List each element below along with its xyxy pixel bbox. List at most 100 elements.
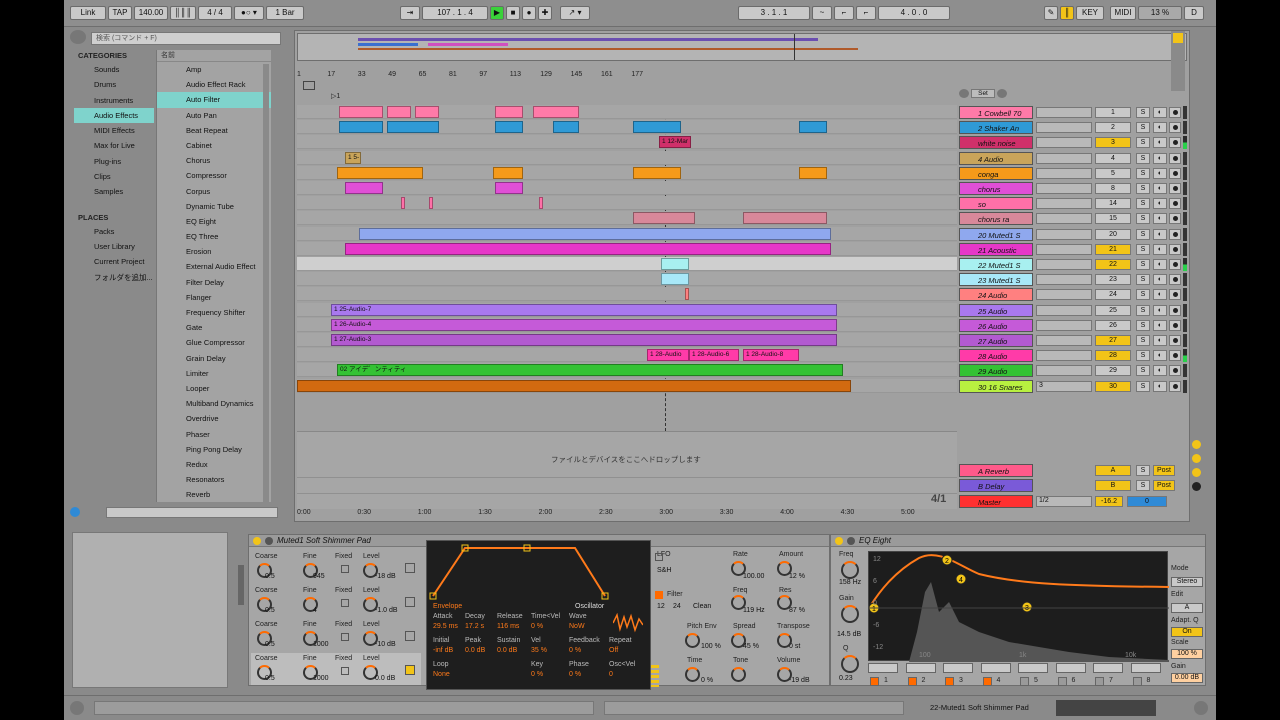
track-header[interactable]: 2 Shaker An 2 S ◐ — [957, 120, 1189, 135]
clip[interactable]: 1 28-Audio — [647, 349, 689, 362]
eq-band-toggle[interactable] — [945, 677, 954, 686]
eq-outgain-value[interactable]: 0.00 dB — [1171, 673, 1203, 683]
track-activator[interactable]: 22 — [1095, 259, 1131, 270]
track-name[interactable]: chorus ra — [959, 212, 1033, 226]
env-wave-value[interactable]: NoW — [569, 623, 585, 630]
track-header[interactable]: 4 Audio 4 S ◐ — [957, 151, 1189, 166]
env-attack-value[interactable]: 29.5 ms — [433, 623, 458, 630]
eq-spectrum-display[interactable]: 1 2 3 4 1260-6-12 1001k10k — [868, 551, 1169, 662]
track-header[interactable]: chorus 8 S ◐ — [957, 181, 1189, 196]
place-item[interactable]: Packs — [74, 224, 154, 239]
track-header[interactable]: 29 Audio 29 S ◐ — [957, 363, 1189, 378]
clip-slot[interactable] — [1036, 319, 1092, 331]
track-activator[interactable]: 8 — [1095, 183, 1131, 194]
clip-slot[interactable] — [1036, 259, 1092, 270]
browser-item[interactable]: Looper — [157, 381, 271, 396]
browser-item[interactable]: Ping Pong Delay — [157, 442, 271, 457]
lfo-pitchenv-value[interactable]: 100 % — [701, 643, 721, 650]
clip-slot[interactable] — [1036, 137, 1092, 149]
track-header[interactable]: 24 Audio 24 S ◐ — [957, 287, 1189, 302]
return-activator[interactable]: A — [1095, 465, 1131, 476]
clip[interactable] — [553, 121, 579, 134]
track-lane[interactable] — [297, 348, 957, 363]
solo-button[interactable]: S — [1136, 380, 1150, 392]
detail-toggle-icon[interactable] — [1194, 701, 1208, 715]
solo-button[interactable]: S — [1136, 152, 1150, 164]
lfo-knob[interactable] — [731, 561, 746, 576]
record-arm-button[interactable] — [1169, 122, 1181, 134]
clip[interactable] — [799, 166, 827, 179]
clip[interactable] — [533, 106, 579, 118]
env-oscvel-value[interactable]: 0 — [609, 671, 613, 678]
solo-button[interactable]: S — [1136, 122, 1150, 134]
eq-band-toggle[interactable] — [907, 677, 917, 686]
return-track[interactable]: A Reverb A S Post — [957, 463, 1189, 478]
clip[interactable] — [661, 273, 689, 286]
solo-button[interactable]: S — [1136, 319, 1150, 331]
env-loop-value[interactable]: None — [433, 671, 450, 678]
preview-icon[interactable] — [70, 507, 80, 517]
record-arm-button[interactable] — [1169, 243, 1181, 255]
lfo-toggle[interactable] — [655, 553, 663, 561]
track-activator[interactable]: 26 — [1095, 319, 1131, 331]
computer-keyboard-icon[interactable]: ║ — [1060, 6, 1074, 20]
lfo-knob[interactable] — [685, 667, 700, 682]
lfo-f12-value[interactable]: 12 — [657, 603, 665, 610]
browser-item[interactable]: Limiter — [157, 366, 271, 381]
eq-band-toggle[interactable] — [1095, 677, 1104, 686]
eq-q-value[interactable]: 0.23 — [839, 675, 853, 682]
fixed-checkbox[interactable] — [341, 667, 349, 675]
clip[interactable] — [337, 166, 423, 179]
loop-icon[interactable]: ~ — [812, 6, 832, 20]
eq-filter-type-menu[interactable] — [905, 663, 936, 673]
env-repeat-value[interactable]: Off — [609, 647, 618, 654]
back-icon[interactable] — [959, 89, 969, 98]
fixed-checkbox[interactable] — [341, 599, 349, 607]
quantize-menu[interactable]: 1 Bar — [266, 6, 304, 20]
eq-title[interactable]: EQ Eight — [831, 535, 1205, 547]
lfo-knob[interactable] — [731, 595, 746, 610]
arrangement-overview[interactable] — [297, 33, 1187, 61]
clip[interactable] — [387, 106, 411, 118]
eq-filter-type-menu[interactable] — [868, 663, 898, 673]
category-item[interactable]: Instruments — [74, 93, 154, 108]
track-header[interactable]: 26 Audio 26 S ◐ — [957, 318, 1189, 333]
place-item[interactable]: Current Project — [74, 254, 154, 269]
env-sustain-value[interactable]: 0.0 dB — [497, 647, 517, 654]
track-name[interactable]: 22 Muted1 S — [959, 258, 1033, 271]
track-activator[interactable]: 2 — [1095, 122, 1131, 134]
track-name[interactable]: 23 Muted1 S — [959, 273, 1033, 287]
solo-button[interactable]: S — [1136, 183, 1150, 194]
filter-toggle[interactable] — [655, 591, 663, 599]
eq-filter-type-menu[interactable] — [1055, 663, 1086, 673]
loop-start[interactable]: 3 . 1 . 1 — [738, 6, 810, 20]
info-toggle-icon[interactable] — [70, 701, 84, 715]
record-arm-button[interactable] — [1169, 259, 1181, 270]
eq-scale-value[interactable]: 100 % — [1171, 649, 1203, 659]
lfo-mode-value[interactable]: S&H — [657, 567, 671, 574]
clip[interactable] — [359, 227, 831, 240]
fixed-checkbox[interactable] — [341, 633, 349, 641]
track-lanes[interactable]: 1 12-Mar 1 5- 1 25-Audio-7 1 26-Audio-4 1 27… — [297, 105, 957, 431]
track-name[interactable]: 27 Audio — [959, 334, 1033, 347]
track-name[interactable]: 25 Audio — [959, 303, 1033, 317]
eq-freq-value[interactable]: 158 Hz — [839, 579, 861, 586]
track-name[interactable]: 2 Shaker An — [959, 121, 1033, 135]
master-volume[interactable]: -16.2 — [1095, 495, 1123, 507]
track-name[interactable]: so — [959, 197, 1033, 211]
track-activator[interactable]: 30 — [1095, 380, 1131, 392]
record-arm-button[interactable] — [1169, 350, 1181, 362]
operator-toggle[interactable] — [405, 631, 415, 641]
category-item[interactable]: Samples — [74, 184, 154, 199]
lfo-spread-value[interactable]: 45 % — [743, 643, 759, 650]
track-header[interactable]: chorus ra 15 S ◐ — [957, 211, 1189, 226]
solo-button[interactable]: S — [1136, 243, 1150, 255]
eq-filter-type-menu[interactable] — [980, 663, 1011, 673]
clip[interactable]: 1 12-Mar — [659, 136, 691, 149]
track-header[interactable]: 30 16 Snares 3 30 S ◐ — [957, 379, 1189, 394]
device-power-icon[interactable] — [253, 537, 261, 545]
lfo-knob[interactable] — [731, 633, 746, 648]
draw-mode-icon[interactable]: ✎ — [1044, 6, 1058, 20]
lfo-time-value[interactable]: 0 % — [701, 677, 713, 684]
track-activator[interactable]: 28 — [1095, 350, 1131, 362]
